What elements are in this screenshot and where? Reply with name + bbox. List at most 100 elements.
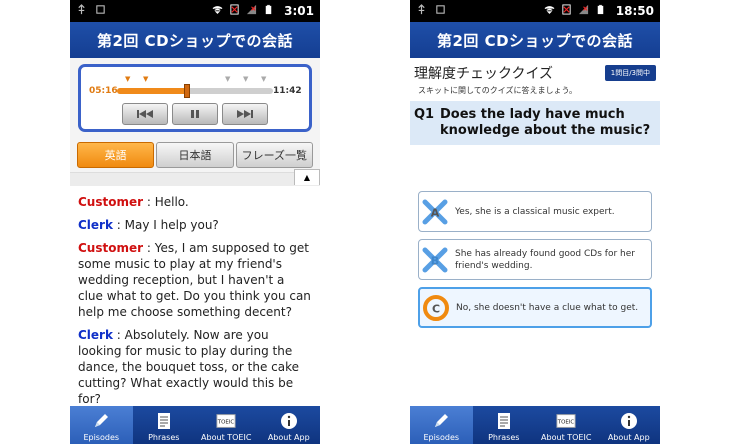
seek-bar-fill	[117, 88, 188, 94]
answer-text: No, she doesn't have a clue what to get.	[456, 302, 639, 313]
tab-about-toeic[interactable]: TOEIC About TOEIC	[195, 406, 258, 444]
page-title: 第2回 CDショップでの会話	[70, 22, 320, 58]
dialog-transcript[interactable]: Customer : Hello. Clerk : May I help you?…	[70, 186, 320, 407]
tab-episodes[interactable]: Episodes	[410, 406, 473, 444]
tab-label: Episodes	[83, 433, 120, 442]
correct-circle-icon: C	[423, 294, 449, 321]
marker-icon[interactable]: ▼	[261, 75, 266, 83]
page-title: 第2回 CDショップでの会話	[410, 22, 660, 58]
seek-handle[interactable]	[184, 84, 191, 98]
status-bar: 18:50	[410, 0, 660, 22]
tab-phrases[interactable]: Phrases	[133, 406, 196, 444]
signal-icon	[578, 4, 589, 18]
toeic-icon-text: TOEIC	[557, 419, 575, 425]
dialog-turn: Clerk : Absolutely. Now are you looking …	[78, 327, 312, 407]
pencil-icon	[431, 411, 451, 431]
notification-icon	[95, 4, 106, 18]
wrong-mark-icon: B	[422, 247, 448, 272]
answer-option-b[interactable]: B She has already found good CDs for her…	[418, 239, 652, 280]
previous-button[interactable]	[122, 103, 168, 125]
dialog-text: : May I help you?	[112, 218, 219, 232]
toeic-icon: TOEIC	[216, 411, 236, 431]
collapse-toggle[interactable]: ▲	[294, 169, 320, 185]
clock: 18:50	[615, 4, 654, 18]
wrong-mark-icon: A	[422, 199, 448, 224]
battery-icon	[263, 4, 274, 18]
usb-icon	[416, 4, 427, 18]
tab-label: About TOEIC	[201, 433, 252, 442]
dialog-turn: Customer : Yes, I am supposed to get som…	[78, 240, 312, 320]
battery-icon	[595, 4, 606, 18]
clock: 3:01	[284, 4, 314, 18]
signal-icon	[246, 4, 257, 18]
info-icon	[279, 411, 299, 431]
answer-letter: A	[431, 206, 440, 219]
english-button[interactable]: 英語	[77, 142, 155, 168]
speaker-name: Customer	[78, 241, 144, 255]
question-text: Does the lady have much knowledge about …	[440, 107, 651, 138]
tab-label: About App	[267, 433, 310, 442]
skip-forward-icon	[237, 110, 253, 118]
current-time: 05:16	[89, 86, 118, 96]
collapse-row: ▲	[70, 169, 320, 186]
marker-icon[interactable]: ▼	[243, 75, 248, 83]
language-selector: 英語 日本語 フレーズ一覧	[70, 138, 320, 172]
document-icon	[494, 411, 514, 431]
next-button[interactable]	[222, 103, 268, 125]
marker-icon[interactable]: ▼	[143, 75, 148, 83]
dialog-turn: Clerk : May I help you?	[78, 217, 312, 233]
wifi-icon	[212, 4, 223, 18]
speaker-name: Clerk	[78, 218, 113, 232]
dialog-turn: Customer : Hello.	[78, 194, 312, 210]
tab-episodes[interactable]: Episodes	[70, 406, 133, 444]
pencil-icon	[91, 411, 111, 431]
skip-back-icon	[137, 110, 153, 118]
quiz-instruction: スキットに関してのクイズに答えましょう。	[418, 86, 578, 95]
no-sim-icon	[561, 4, 572, 18]
toeic-icon: TOEIC	[556, 411, 576, 431]
answer-option-c[interactable]: C No, she doesn't have a clue what to ge…	[418, 287, 652, 328]
right-phone-screen: 18:50 第2回 CDショップでの会話 理解度チェッククイズ 1問目/3問中 …	[410, 0, 660, 444]
question-number: Q1	[414, 107, 435, 122]
tab-label: Phrases	[488, 433, 520, 442]
phrase-list-button[interactable]: フレーズ一覧	[235, 142, 313, 168]
bookmark-markers: ▼ ▼ ▼ ▼ ▼	[89, 75, 301, 83]
toeic-icon-text: TOEIC	[217, 419, 235, 425]
dialog-text: : Hello.	[143, 195, 189, 209]
answer-text: Yes, she is a classical music expert.	[455, 206, 615, 217]
speaker-name: Clerk	[78, 328, 113, 342]
left-phone-screen: 3:01 第2回 CDショップでの会話 ▼ ▼ ▼ ▼ ▼ 05:16 11:4…	[70, 0, 320, 444]
tab-label: Phrases	[148, 433, 180, 442]
question-box: Q1 Does the lady have much knowledge abo…	[410, 101, 660, 145]
quiz-title: 理解度チェッククイズ	[414, 66, 554, 82]
answer-list: A Yes, she is a classical music expert. …	[410, 145, 660, 328]
marker-icon[interactable]: ▼	[125, 75, 130, 83]
bottom-tab-bar: Episodes Phrases TOEIC About TOEIC About…	[410, 406, 660, 444]
japanese-button[interactable]: 日本語	[156, 142, 234, 168]
pause-button[interactable]	[172, 103, 218, 125]
document-icon	[154, 411, 174, 431]
status-bar: 3:01	[70, 0, 320, 22]
answer-text: She has already found good CDs for her f…	[455, 248, 635, 271]
no-sim-icon	[229, 4, 240, 18]
tab-label: About App	[607, 433, 650, 442]
seek-bar[interactable]	[117, 84, 273, 98]
audio-player-area: ▼ ▼ ▼ ▼ ▼ 05:16 11:42	[70, 58, 320, 138]
audio-player: ▼ ▼ ▼ ▼ ▼ 05:16 11:42	[78, 64, 312, 132]
marker-icon[interactable]: ▼	[225, 75, 230, 83]
tab-about-app[interactable]: About App	[258, 406, 321, 444]
answer-option-a[interactable]: A Yes, she is a classical music expert.	[418, 191, 652, 232]
tab-label: About TOEIC	[541, 433, 592, 442]
usb-icon	[76, 4, 87, 18]
bottom-tab-bar: Episodes Phrases TOEIC About TOEIC About…	[70, 406, 320, 444]
tab-about-toeic[interactable]: TOEIC About TOEIC	[535, 406, 598, 444]
tab-about-app[interactable]: About App	[598, 406, 661, 444]
speaker-name: Customer	[78, 195, 144, 209]
tab-label: Episodes	[423, 433, 460, 442]
notification-icon	[435, 4, 446, 18]
tab-phrases[interactable]: Phrases	[473, 406, 536, 444]
question-counter-badge: 1問目/3問中	[604, 65, 656, 81]
wifi-icon	[544, 4, 555, 18]
total-time: 11:42	[273, 86, 302, 96]
quiz-header: 理解度チェッククイズ 1問目/3問中	[410, 58, 660, 82]
